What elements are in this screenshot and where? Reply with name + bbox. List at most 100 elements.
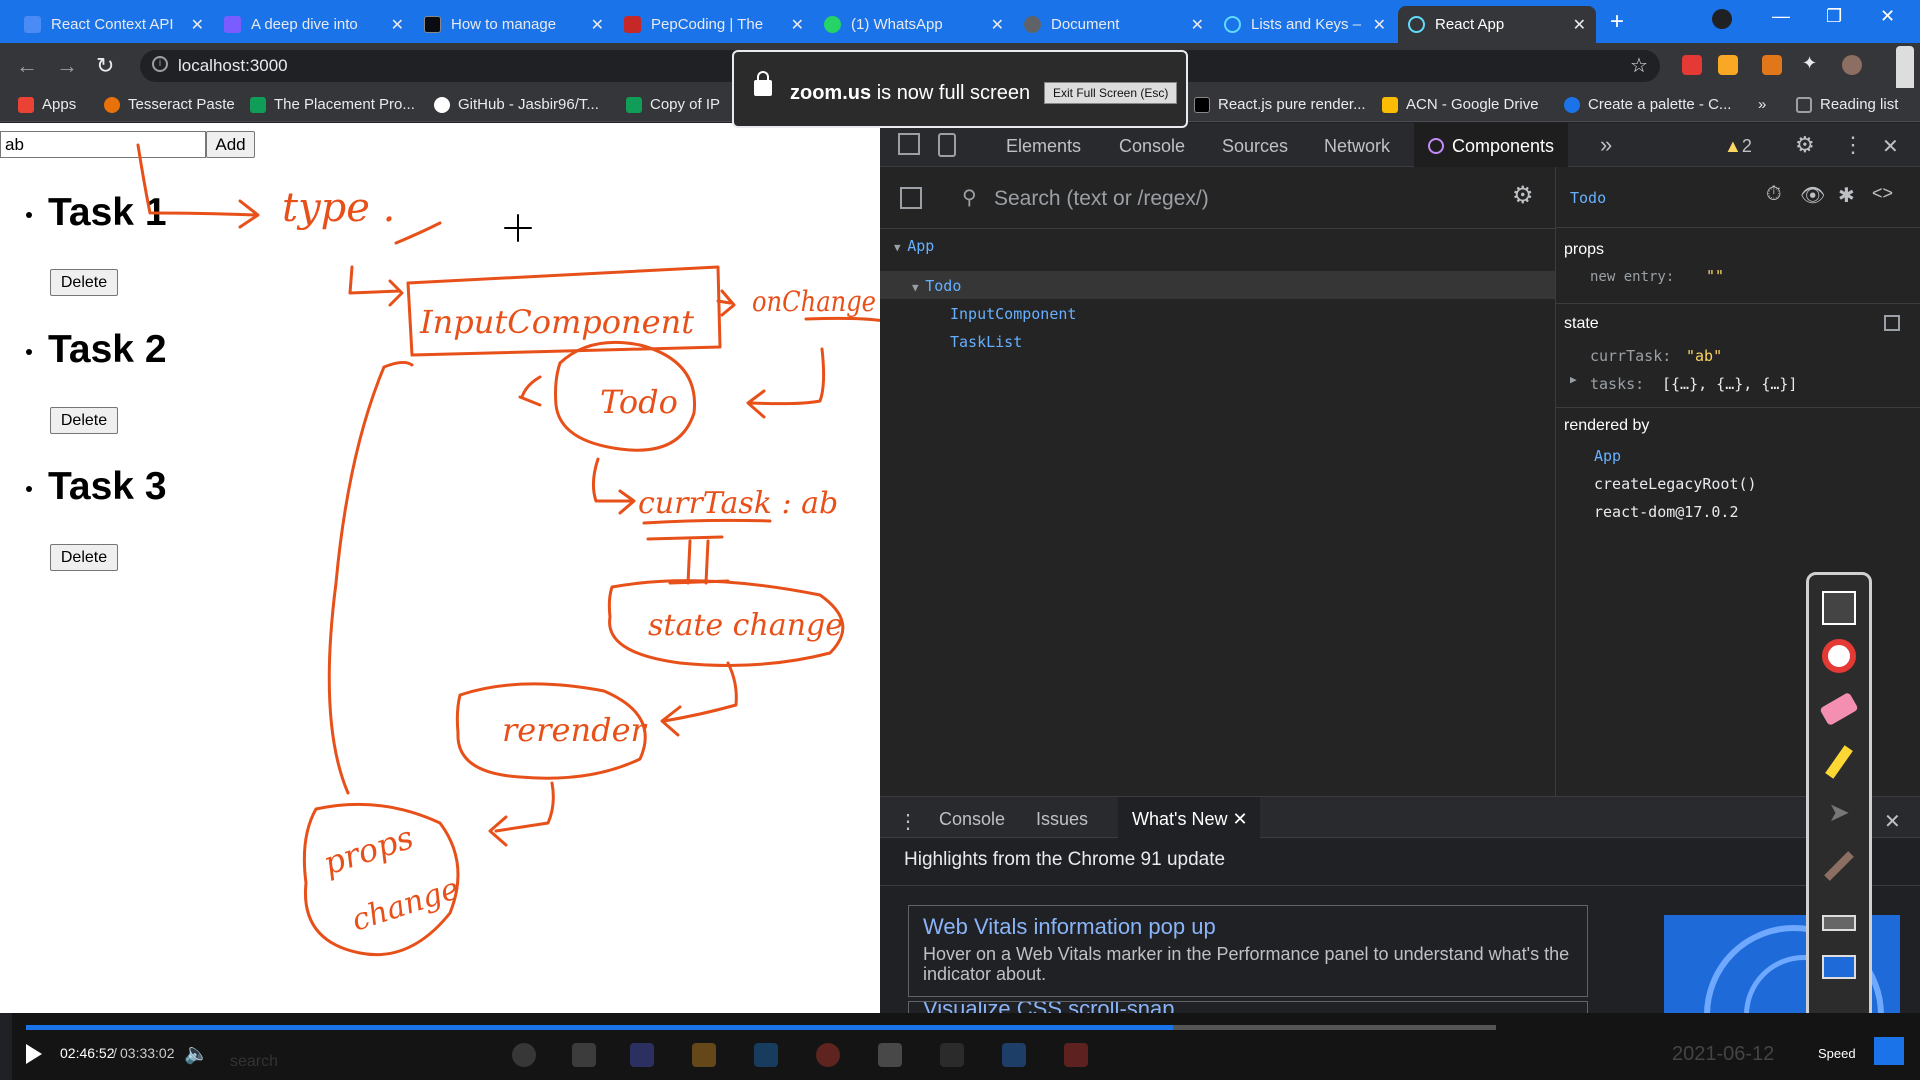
bookmark-item[interactable]: Apps	[18, 96, 76, 113]
red-pen-icon[interactable]	[1822, 639, 1856, 673]
drawer-tab-console[interactable]: Console	[939, 809, 1005, 830]
progress-track[interactable]	[26, 1025, 1496, 1030]
extensions-puzzle-icon[interactable]: ✦	[1802, 53, 1817, 74]
close-icon[interactable]: ✕	[791, 15, 804, 35]
close-icon[interactable]: ✕	[1232, 809, 1247, 829]
exit-fullscreen-icon[interactable]	[1874, 1037, 1904, 1065]
expand-arrow-icon[interactable]: ▼	[894, 241, 907, 254]
close-window-icon[interactable]: ✕	[1880, 6, 1895, 27]
inspect-element-icon[interactable]	[898, 133, 920, 155]
tab-elements[interactable]: Elements	[1006, 136, 1081, 157]
tab-sources[interactable]: Sources	[1222, 136, 1288, 157]
drawer-tab-issues[interactable]: Issues	[1036, 809, 1088, 830]
back-icon[interactable]: ←	[16, 53, 38, 79]
extension-icon[interactable]	[1682, 55, 1702, 75]
brush-icon[interactable]	[1824, 851, 1854, 881]
device-toolbar-icon[interactable]	[938, 133, 956, 157]
feature-card-title[interactable]: Web Vitals information pop up	[923, 914, 1573, 940]
expand-arrow-icon[interactable]: ▼	[912, 281, 925, 294]
tab-network[interactable]: Network	[1324, 136, 1390, 157]
feature-card[interactable]: Web Vitals information pop up Hover on a…	[908, 905, 1588, 997]
screen-icon[interactable]	[1822, 955, 1856, 979]
kebab-menu-icon[interactable]: ⋮	[1842, 132, 1864, 158]
drawer-tab-whats-new[interactable]: What's New ✕	[1118, 797, 1260, 838]
minimize-icon[interactable]: —	[1772, 6, 1790, 27]
profile-avatar[interactable]	[1842, 55, 1862, 75]
browser-tab[interactable]: How to manage ✕	[414, 6, 614, 43]
highlighter-icon[interactable]	[1825, 745, 1853, 779]
pencil-icon[interactable]	[1822, 591, 1856, 625]
pointer-icon[interactable]: ➤	[1822, 797, 1856, 831]
bookmark-item[interactable]: The Placement Pro...	[250, 96, 415, 113]
tab-title: A deep dive into	[251, 16, 358, 33]
copy-icon[interactable]	[1884, 315, 1900, 331]
warnings-badge[interactable]: ▲2	[1724, 136, 1752, 157]
tab-console[interactable]: Console	[1119, 136, 1185, 157]
bookmark-item[interactable]: Tesseract Paste	[104, 96, 235, 113]
settings-gear-icon[interactable]: ⚙	[1795, 132, 1815, 158]
close-drawer-icon[interactable]: ✕	[1884, 809, 1901, 834]
state-key[interactable]: tasks:	[1590, 375, 1644, 393]
prop-key[interactable]: new entry:	[1590, 269, 1674, 285]
reading-list[interactable]: Reading list	[1796, 96, 1898, 113]
browser-tab[interactable]: React Context API ✕	[14, 6, 214, 43]
maximize-icon[interactable]: ❐	[1826, 6, 1842, 27]
new-tab-icon[interactable]: +	[1610, 8, 1624, 36]
tree-node-todo[interactable]: ▼ Todo	[912, 277, 961, 295]
speed-button[interactable]: Speed	[1818, 1046, 1856, 1061]
extension-icon[interactable]	[1762, 55, 1782, 75]
browser-tab[interactable]: (1) WhatsApp ✕	[814, 6, 1014, 43]
close-icon[interactable]: ✕	[1573, 15, 1586, 35]
extension-icon[interactable]	[1718, 55, 1738, 75]
keyboard-icon[interactable]	[1822, 915, 1856, 931]
tab-components[interactable]: Components	[1414, 123, 1569, 167]
view-source-icon[interactable]: <>	[1872, 183, 1893, 204]
bookmark-star-icon[interactable]: ☆	[1630, 53, 1648, 78]
volume-icon[interactable]: 🔈	[184, 1041, 209, 1066]
react-app-page: Add Task 1 Delete Task 2 Delete Task 3 D…	[0, 123, 880, 1013]
play-icon[interactable]	[26, 1044, 42, 1064]
close-icon[interactable]: ✕	[391, 15, 404, 35]
bookmark-item[interactable]: Create a palette - C...	[1564, 96, 1731, 113]
state-key[interactable]: currTask:	[1590, 347, 1671, 365]
tab-search-icon[interactable]	[1712, 9, 1732, 29]
reload-icon[interactable]: ↻	[96, 53, 114, 79]
close-icon[interactable]: ✕	[591, 15, 604, 35]
drawer-menu-icon[interactable]: ⋮	[898, 809, 918, 834]
equals-stroke	[646, 535, 730, 585]
close-icon[interactable]: ✕	[991, 15, 1004, 35]
tree-node-app[interactable]: ▼ App	[894, 237, 934, 255]
bookmark-item[interactable]: React.js pure render...	[1194, 96, 1366, 113]
browser-tab-active[interactable]: React App ✕	[1398, 6, 1596, 43]
more-tabs-icon[interactable]: »	[1600, 132, 1612, 158]
bookmark-item[interactable]: GitHub - Jasbir96/T...	[434, 96, 599, 113]
rendered-by-app[interactable]: App	[1594, 447, 1621, 465]
eraser-icon[interactable]	[1819, 691, 1859, 727]
expand-arrow-icon[interactable]: ▶	[1570, 373, 1577, 386]
state-value[interactable]: [{…}, {…}, {…}]	[1662, 375, 1797, 393]
tree-node-inputcomponent[interactable]: InputComponent	[950, 305, 1076, 323]
search-input[interactable]: Search (text or /regex/)	[994, 187, 1209, 211]
bug-icon[interactable]: ✱	[1838, 183, 1855, 208]
browser-tab[interactable]: A deep dive into ✕	[214, 6, 414, 43]
browser-tab[interactable]: Document ✕	[1014, 6, 1214, 43]
bookmark-item[interactable]: Copy of IP	[626, 96, 720, 113]
timer-icon[interactable]: ⏱	[1766, 183, 1782, 206]
eye-icon[interactable]: 👁	[1800, 183, 1825, 208]
bookmark-item[interactable]: ACN - Google Drive	[1382, 96, 1539, 113]
browser-tab[interactable]: PepCoding | The ✕	[614, 6, 814, 43]
state-value[interactable]: "ab"	[1686, 347, 1722, 365]
select-element-icon[interactable]	[900, 187, 922, 209]
close-icon[interactable]: ✕	[191, 15, 204, 35]
tree-node-tasklist[interactable]: TaskList	[950, 333, 1022, 351]
close-icon[interactable]: ✕	[1191, 15, 1204, 35]
forward-icon[interactable]: →	[56, 53, 78, 79]
close-icon[interactable]: ✕	[1373, 15, 1386, 35]
exit-fullscreen-button[interactable]: Exit Full Screen (Esc)	[1044, 82, 1178, 104]
close-devtools-icon[interactable]: ✕	[1882, 134, 1899, 159]
site-info-icon[interactable]: i	[152, 56, 168, 72]
browser-tab[interactable]: Lists and Keys – R ✕	[1214, 6, 1396, 43]
prop-value[interactable]: ""	[1706, 267, 1724, 285]
settings-gear-icon[interactable]: ⚙	[1512, 181, 1534, 210]
more-bookmarks-icon[interactable]: »	[1758, 96, 1766, 113]
